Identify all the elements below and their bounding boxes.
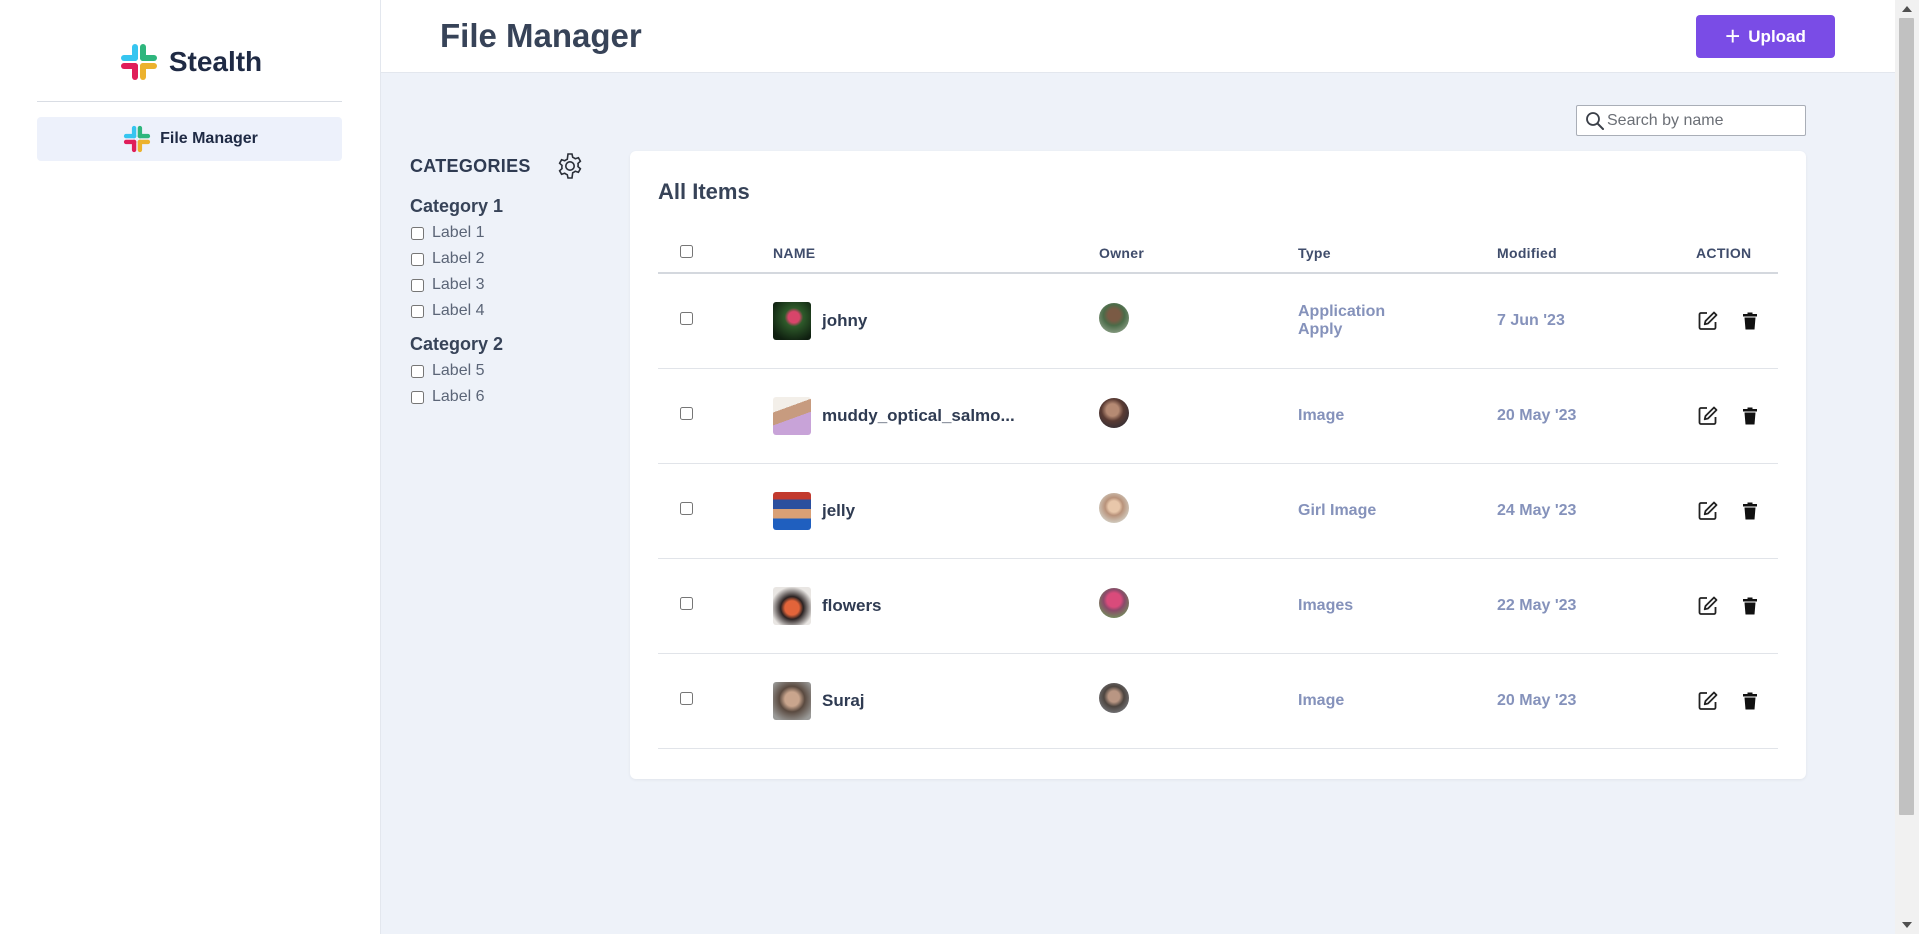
category-checkbox[interactable] bbox=[411, 226, 424, 240]
search-input[interactable] bbox=[1607, 110, 1797, 132]
owner-avatar bbox=[1099, 588, 1129, 618]
brand: Stealth bbox=[37, 40, 342, 102]
category-label: Label 1 bbox=[432, 224, 485, 241]
category-checkbox[interactable] bbox=[411, 252, 424, 266]
scroll-up-icon[interactable] bbox=[1902, 6, 1912, 12]
category-label: Label 4 bbox=[432, 302, 485, 319]
file-thumbnail bbox=[773, 681, 811, 720]
sidebar-item-label: File Manager bbox=[160, 130, 258, 147]
page-scrollbar[interactable] bbox=[1895, 0, 1919, 934]
sidebar: Stealth File Manager bbox=[0, 0, 381, 934]
table-row[interactable]: johny Application Apply 7 Jun '23 bbox=[658, 273, 1778, 368]
category-label-item[interactable]: Label 3 bbox=[410, 272, 585, 298]
category-label-item[interactable]: Label 1 bbox=[410, 220, 585, 246]
categories-title: CATEGORIES bbox=[410, 155, 531, 176]
page-title: File Manager bbox=[440, 17, 642, 54]
owner-avatar bbox=[1099, 303, 1129, 334]
column-header-modified[interactable]: Modified bbox=[1497, 233, 1696, 273]
gear-icon[interactable] bbox=[555, 151, 585, 181]
file-name[interactable]: muddy_optical_salmo... bbox=[822, 406, 1015, 426]
modified-date: 20 May '23 bbox=[1497, 406, 1577, 424]
upload-button-label: Upload bbox=[1748, 26, 1806, 46]
modified-date: 24 May '23 bbox=[1497, 501, 1577, 519]
file-thumbnail bbox=[773, 301, 811, 340]
column-header-owner[interactable]: Owner bbox=[1099, 233, 1298, 273]
category-label: Label 5 bbox=[432, 362, 485, 379]
modified-date: 22 May '23 bbox=[1497, 596, 1577, 614]
owner-avatar bbox=[1099, 493, 1129, 523]
category-checkbox[interactable] bbox=[411, 364, 424, 378]
category-label: Label 2 bbox=[432, 250, 485, 267]
category-group-title: Category 1 bbox=[410, 196, 504, 216]
file-name[interactable]: flowers bbox=[822, 596, 882, 616]
category-label-item[interactable]: Label 6 bbox=[410, 384, 585, 410]
table-row[interactable]: jelly Girl Image 24 May '23 bbox=[658, 463, 1778, 558]
row-checkbox[interactable] bbox=[680, 311, 693, 325]
edit-icon[interactable] bbox=[1696, 499, 1720, 523]
edit-icon[interactable] bbox=[1696, 594, 1720, 618]
category-label-item[interactable]: Label 2 bbox=[410, 246, 585, 272]
table-row[interactable]: Suraj Image 20 May '23 bbox=[658, 653, 1778, 748]
file-type: Image bbox=[1298, 406, 1345, 424]
scroll-down-icon[interactable] bbox=[1902, 922, 1912, 928]
row-checkbox[interactable] bbox=[680, 691, 693, 705]
brand-name: Stealth bbox=[168, 46, 263, 77]
categories-panel: CATEGORIES Category 1 Label 1 Label 2 La… bbox=[410, 150, 585, 410]
file-type: Images bbox=[1298, 596, 1354, 614]
header: File Manager + Upload bbox=[381, 0, 1895, 73]
category-checkbox[interactable] bbox=[411, 278, 424, 292]
table-row[interactable]: muddy_optical_salmo... Image 20 May '23 bbox=[658, 368, 1778, 463]
row-checkbox[interactable] bbox=[680, 406, 693, 420]
category-checkbox[interactable] bbox=[411, 304, 424, 318]
file-name[interactable]: jelly bbox=[822, 501, 855, 521]
trash-icon[interactable] bbox=[1738, 404, 1762, 428]
search-box bbox=[1576, 105, 1806, 136]
select-all-checkbox[interactable] bbox=[680, 244, 693, 258]
file-type: Application Apply bbox=[1298, 302, 1386, 338]
scrollbar-thumb[interactable] bbox=[1899, 18, 1914, 815]
row-checkbox[interactable] bbox=[680, 596, 693, 610]
card-title: All Items bbox=[658, 179, 750, 204]
category-checkbox[interactable] bbox=[411, 390, 424, 404]
all-items-card: All Items NAME Owner Type Modified ACTIO… bbox=[630, 151, 1806, 779]
categories-header: CATEGORIES bbox=[410, 150, 585, 182]
modified-date: 7 Jun '23 bbox=[1497, 311, 1565, 329]
file-type: Image bbox=[1298, 691, 1345, 709]
sidebar-item-file-manager[interactable]: File Manager bbox=[37, 117, 342, 161]
category-label: Label 6 bbox=[432, 388, 485, 405]
category-label-item[interactable]: Label 5 bbox=[410, 358, 585, 384]
trash-icon[interactable] bbox=[1738, 594, 1762, 618]
trash-icon[interactable] bbox=[1738, 309, 1762, 333]
items-table: NAME Owner Type Modified ACTION johny Ap… bbox=[658, 233, 1778, 749]
trash-icon[interactable] bbox=[1738, 689, 1762, 713]
search-icon bbox=[1586, 112, 1604, 130]
column-header-name[interactable]: NAME bbox=[773, 233, 1099, 273]
plus-icon: + bbox=[1725, 20, 1741, 51]
trash-icon[interactable] bbox=[1738, 499, 1762, 523]
file-thumbnail bbox=[773, 491, 811, 530]
owner-avatar bbox=[1099, 398, 1129, 428]
row-checkbox[interactable] bbox=[680, 501, 693, 515]
file-name[interactable]: Suraj bbox=[822, 691, 865, 711]
file-thumbnail bbox=[773, 586, 811, 625]
table-header-row: NAME Owner Type Modified ACTION bbox=[658, 233, 1778, 273]
edit-icon[interactable] bbox=[1696, 309, 1720, 333]
edit-icon[interactable] bbox=[1696, 689, 1720, 713]
table-row[interactable]: flowers Images 22 May '23 bbox=[658, 558, 1778, 653]
category-label-item[interactable]: Label 4 bbox=[410, 298, 585, 324]
owner-avatar bbox=[1099, 683, 1129, 713]
file-thumbnail bbox=[773, 396, 811, 435]
file-type: Girl Image bbox=[1298, 501, 1377, 519]
category-group-title: Category 2 bbox=[410, 334, 504, 354]
edit-icon[interactable] bbox=[1696, 404, 1720, 428]
column-header-type[interactable]: Type bbox=[1298, 233, 1497, 273]
modified-date: 20 May '23 bbox=[1497, 691, 1577, 709]
stealth-logo-icon bbox=[124, 125, 151, 153]
category-label: Label 3 bbox=[432, 276, 485, 293]
upload-button[interactable]: + Upload bbox=[1696, 15, 1835, 58]
stealth-logo-icon bbox=[120, 44, 157, 80]
column-header-action: ACTION bbox=[1696, 244, 1752, 261]
file-name[interactable]: johny bbox=[822, 311, 867, 331]
